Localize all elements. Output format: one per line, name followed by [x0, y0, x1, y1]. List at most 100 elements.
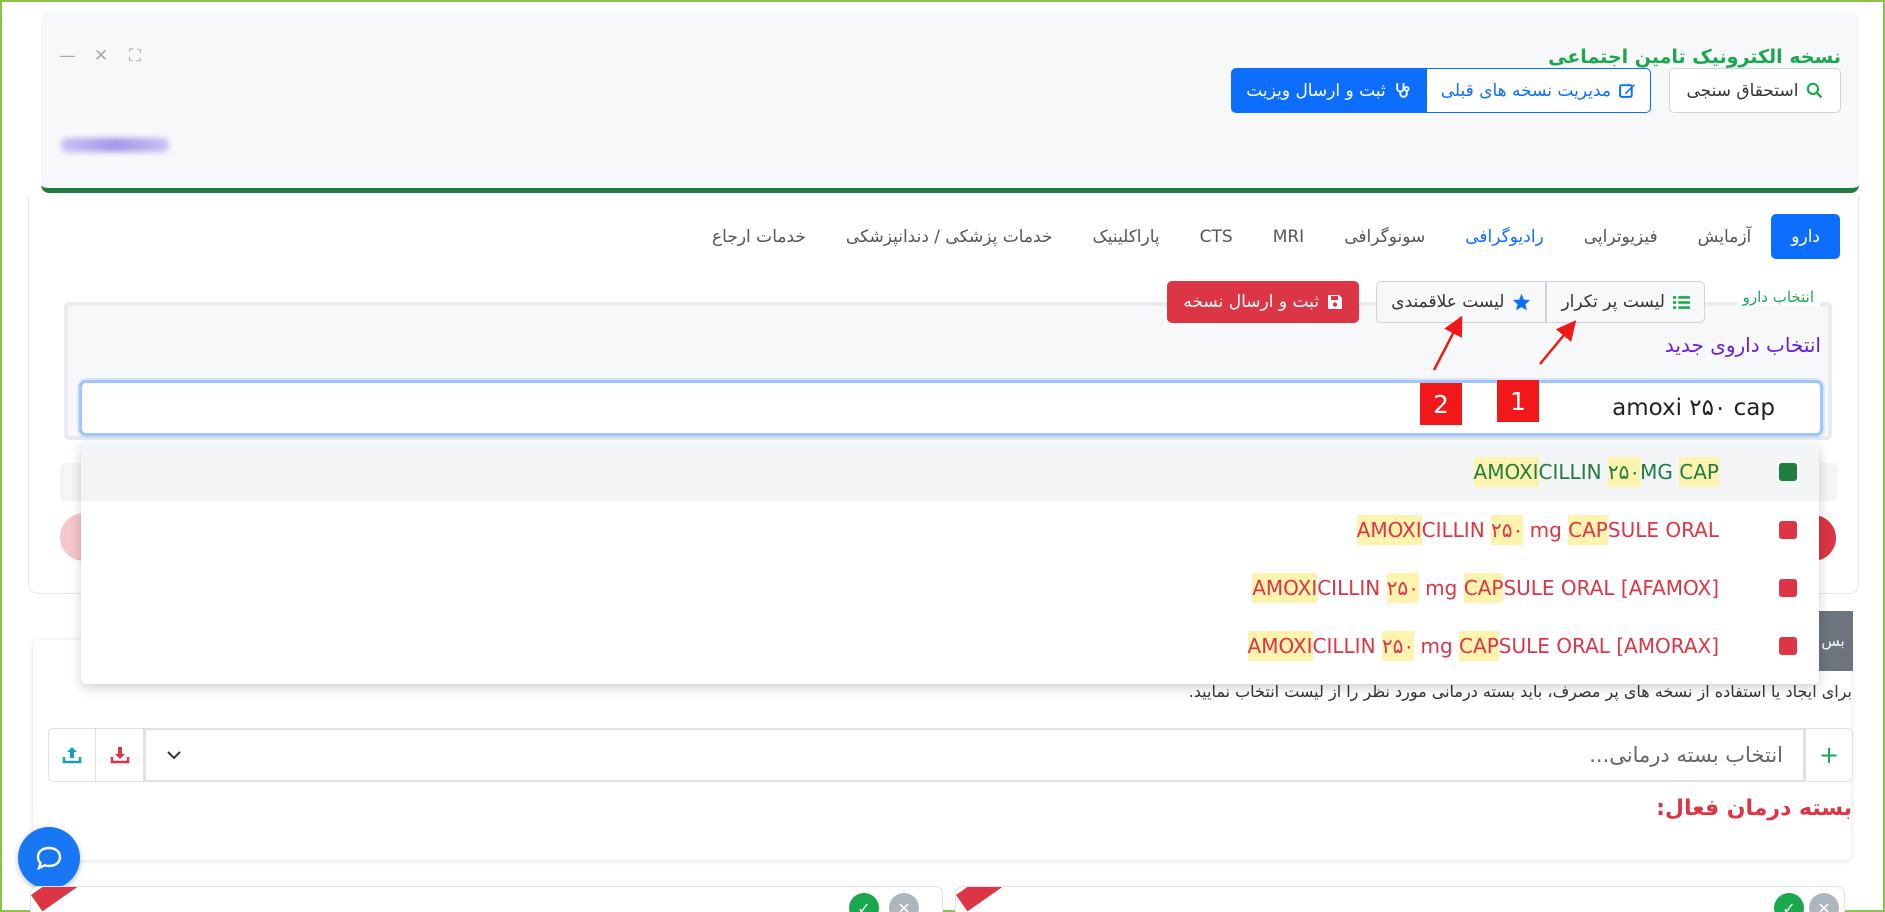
drug-suggestion-text: AMOXICILLIN ۲۵۰MG CAP: [1473, 457, 1719, 487]
availability-status-icon: [1779, 463, 1797, 481]
add-package-button[interactable]: +: [1805, 728, 1853, 782]
eligibility-label: استحقاق سنجی: [1686, 80, 1799, 101]
minimize-icon[interactable]: —: [59, 46, 76, 66]
visit-card-right: ویزیت ✓ ✕: [955, 886, 1845, 912]
list-button-group: لیست پر تکرار لیست علاقمندی: [1376, 281, 1705, 323]
tab-medical-dental-services[interactable]: خدمات پزشکی / دندانپزشکی: [826, 214, 1073, 259]
submit-visit-button[interactable]: ثبت و ارسال ویزیت: [1231, 68, 1426, 113]
chat-bubble-icon: [36, 846, 62, 871]
favorites-list-button[interactable]: لیست علاقمندی: [1376, 281, 1547, 323]
tab-radiography[interactable]: رادیوگرافی: [1445, 214, 1564, 259]
availability-status-icon: [1779, 579, 1797, 597]
favorites-list-label: لیست علاقمندی: [1391, 292, 1505, 312]
manage-prev-label: مدیریت نسخه های قبلی: [1440, 80, 1611, 101]
drug-search-input[interactable]: [79, 380, 1823, 436]
drug-suggestion-item[interactable]: AMOXICILLIN ۲۵۰ mg CAPSULE ORAL [AFAMOX]: [81, 559, 1819, 617]
text-segment: MG: [1640, 460, 1680, 484]
tab-referral-services[interactable]: خدمات ارجاع: [692, 214, 826, 259]
download-package-button[interactable]: [96, 728, 144, 782]
active-package-label: بسته درمان فعال:: [1656, 796, 1852, 821]
match-highlight: AMOXI: [1247, 631, 1313, 661]
match-highlight: AMOXI: [1473, 457, 1539, 487]
close-icon[interactable]: ✕: [889, 893, 919, 912]
star-icon: [1513, 293, 1531, 311]
tab-mri[interactable]: MRI: [1253, 214, 1325, 259]
drug-suggestion-text: AMOXICILLIN ۲۵۰ mg CAPSULE ORAL [AFAMOX]: [1252, 573, 1719, 603]
match-highlight: CAP: [1568, 515, 1608, 545]
availability-status-icon: [1779, 521, 1797, 539]
close-icon[interactable]: ✕: [1809, 893, 1839, 912]
visit-ribbon: ویزیت: [31, 887, 117, 912]
submit-visit-label: ثبت و ارسال ویزیت: [1246, 80, 1386, 101]
header-card: نسخه الکترونیک تامین اجتماعی — ✕ ⛶ استحق…: [41, 12, 1859, 193]
manage-prev-prescriptions-button[interactable]: مدیریت نسخه های قبلی: [1425, 68, 1651, 113]
match-highlight: CAP: [1679, 457, 1719, 487]
tab-physiotherapy[interactable]: فیزیوتراپی: [1564, 214, 1678, 259]
app-title: نسخه الکترونیک تامین اجتماعی: [1548, 46, 1841, 68]
save-icon: [1328, 295, 1342, 309]
visit-ribbon: ویزیت: [956, 887, 1042, 912]
submit-prescription-button[interactable]: ثبت و ارسال نسخه: [1167, 281, 1359, 323]
text-segment: CILLIN: [1312, 634, 1382, 658]
text-segment: mg: [1414, 634, 1460, 658]
list-icon: [1673, 295, 1690, 309]
tab-sonography[interactable]: سونوگرافی: [1324, 214, 1445, 259]
service-tabs: دارو آزمایش فیزیوتراپی رادیوگرافی سونوگر…: [692, 214, 1840, 259]
upload-icon: [62, 747, 82, 764]
match-highlight: ۲۵۰: [1386, 573, 1419, 603]
text-segment: mg: [1523, 518, 1569, 542]
confirm-icon[interactable]: ✓: [849, 893, 879, 912]
tab-lab[interactable]: آزمایش: [1678, 214, 1772, 259]
confirm-icon[interactable]: ✓: [1774, 893, 1804, 912]
drug-suggestion-item[interactable]: AMOXICILLIN ۲۵۰ mg CAPSULE ORAL [AMORAX]: [81, 617, 1819, 675]
frequent-list-label: لیست پر تکرار: [1561, 292, 1665, 312]
text-segment: SULE ORAL [AFAMOX]: [1503, 576, 1719, 600]
package-select-placeholder: انتخاب بسته درمانی...: [1589, 743, 1783, 767]
tab-cts[interactable]: CTS: [1180, 214, 1253, 259]
stethoscope-icon: [1395, 83, 1410, 98]
edit-icon: [1619, 84, 1635, 98]
drug-suggestions-dropdown: AMOXICILLIN ۲۵۰MG CAP AMOXICILLIN ۲۵۰ mg …: [81, 443, 1819, 684]
annotation-badge-1: 1: [1497, 380, 1539, 422]
package-select-row: انتخاب بسته درمانی... +: [48, 728, 1853, 782]
match-highlight: AMOXI: [1356, 515, 1422, 545]
text-segment: CILLIN: [1421, 518, 1492, 542]
annotation-badge-2: 2: [1420, 383, 1462, 425]
drug-suggestion-item[interactable]: AMOXICILLIN ۲۵۰ mg CAPSULE ORAL: [81, 501, 1819, 559]
text-segment: CILLIN: [1317, 576, 1387, 600]
chevron-down-icon: [167, 751, 181, 760]
upload-package-button[interactable]: [48, 728, 96, 782]
window-controls: — ✕ ⛶: [59, 46, 143, 66]
blurred-user-info: [61, 138, 169, 152]
text-segment: mg: [1418, 576, 1464, 600]
match-highlight: ۲۵۰: [1381, 631, 1415, 661]
drug-suggestion-text: AMOXICILLIN ۲۵۰ mg CAPSULE ORAL [AMORAX]: [1247, 631, 1719, 661]
drug-suggestion-text: AMOXICILLIN ۲۵۰ mg CAPSULE ORAL: [1356, 515, 1719, 545]
chat-button[interactable]: [18, 827, 80, 889]
availability-status-icon: [1779, 637, 1797, 655]
match-highlight: CAP: [1463, 573, 1504, 603]
match-highlight: ۲۵۰: [1607, 457, 1641, 487]
match-highlight: CAP: [1459, 631, 1499, 661]
tab-drug[interactable]: دارو: [1771, 214, 1840, 259]
download-icon: [110, 747, 129, 764]
match-highlight: ۲۵۰: [1491, 515, 1524, 545]
close-icon[interactable]: ✕: [93, 46, 109, 66]
package-side-button[interactable]: بس: [1813, 611, 1853, 671]
search-icon: [1807, 82, 1823, 99]
text-segment: SULE ORAL [AMORAX]: [1498, 634, 1719, 658]
text-segment: CILLIN: [1538, 460, 1608, 484]
drug-suggestion-item[interactable]: AMOXICILLIN ۲۵۰MG CAP: [81, 443, 1819, 501]
tab-paraclinic[interactable]: پاراکلینیک: [1072, 214, 1179, 259]
package-hint: برای ایجاد یا استفاده از نسخه های پر مصر…: [1188, 682, 1852, 701]
text-segment: SULE ORAL: [1607, 518, 1719, 542]
visit-card-left: ویزیت ✓ ✕: [30, 886, 943, 912]
frequent-list-button[interactable]: لیست پر تکرار: [1546, 281, 1705, 323]
submit-prescription-label: ثبت و ارسال نسخه: [1183, 292, 1319, 312]
eligibility-button[interactable]: استحقاق سنجی: [1669, 68, 1841, 113]
drug-selection-legend: انتخاب دارو: [1736, 288, 1820, 306]
fullscreen-icon[interactable]: ⛶: [127, 46, 143, 66]
treatment-package-select[interactable]: انتخاب بسته درمانی...: [144, 728, 1805, 782]
new-drug-label: انتخاب داروی جدید: [1664, 333, 1821, 357]
header-button-group: مدیریت نسخه های قبلی ثبت و ارسال ویزیت: [1231, 68, 1651, 113]
